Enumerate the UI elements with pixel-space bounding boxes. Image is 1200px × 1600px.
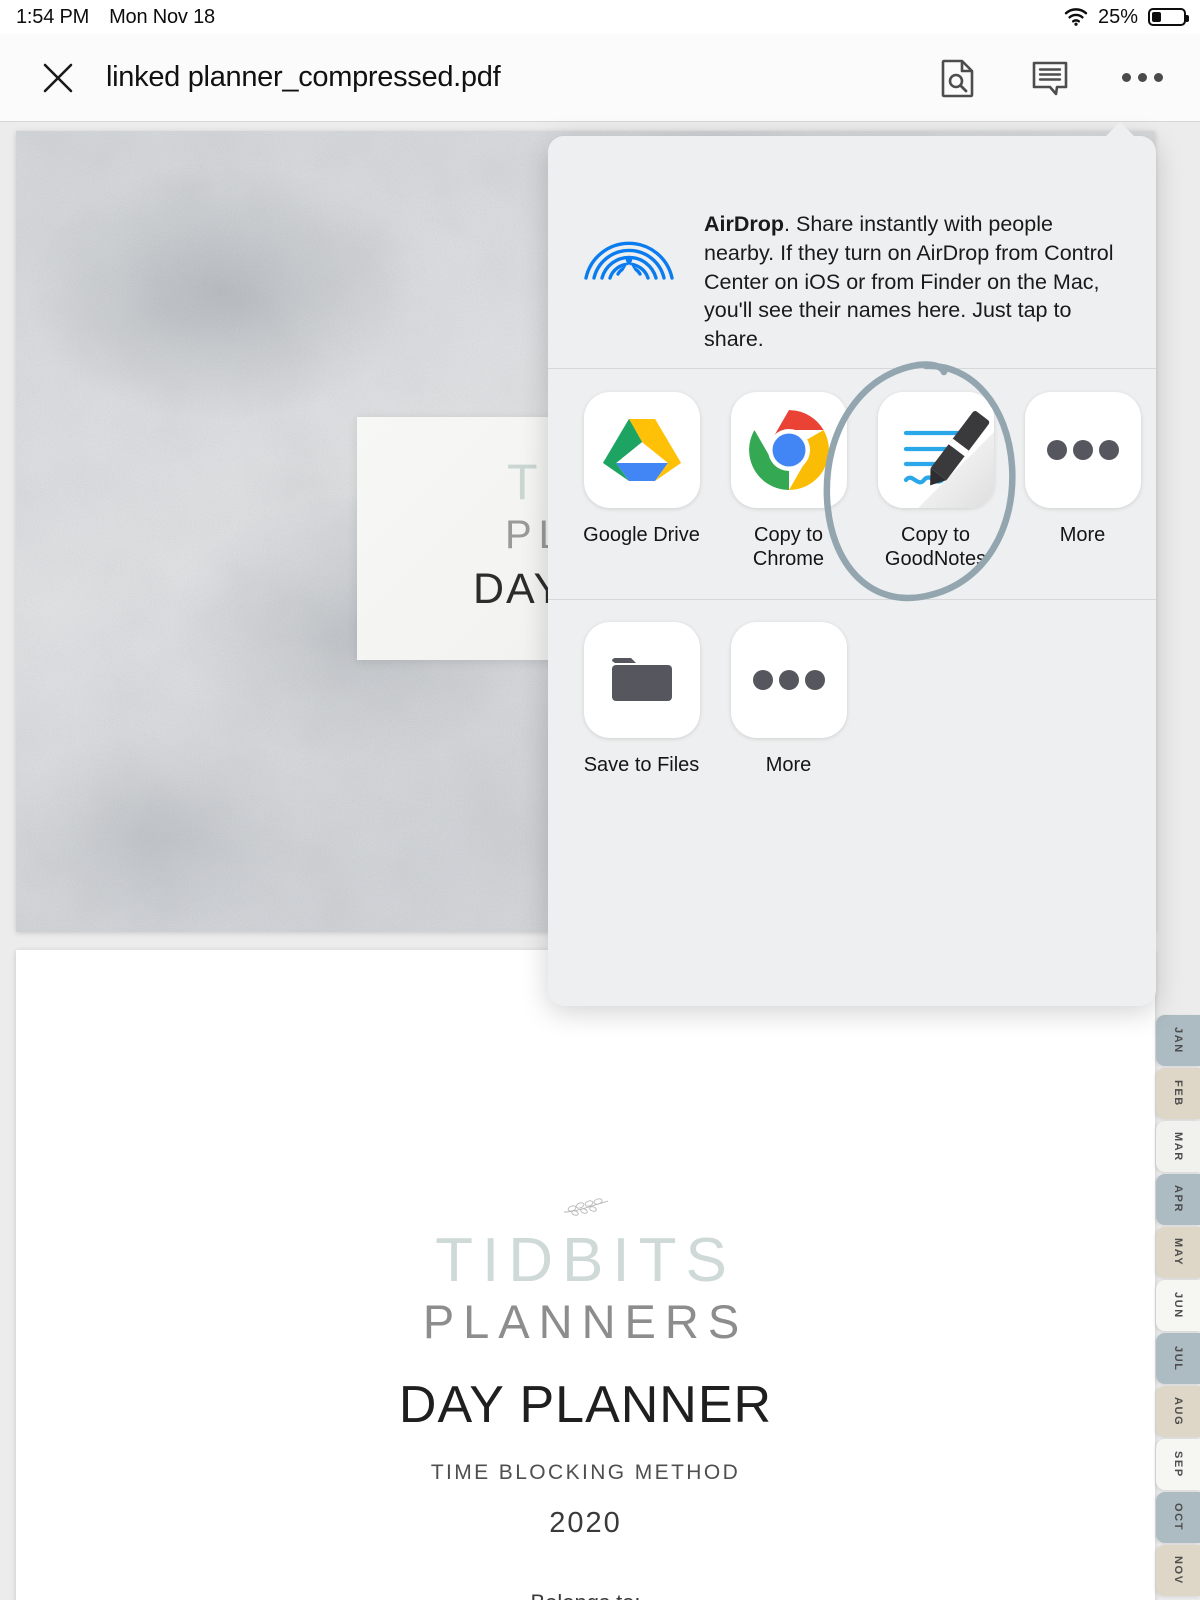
share-target-copy-to-chrome[interactable]: Copy to Chrome <box>715 392 862 571</box>
status-bar-left: 1:54 PM Mon Nov 18 <box>16 6 215 29</box>
share-target-google-drive[interactable]: Google Drive <box>568 392 715 571</box>
pdf-toolbar: linked planner_compressed.pdf <box>0 34 1200 122</box>
airdrop-title: AirDrop <box>704 212 785 236</box>
share-target-label: Google Drive <box>583 524 700 546</box>
month-tab-label: NOV <box>1172 1556 1184 1585</box>
share-action-label: Save to Files <box>583 754 700 776</box>
page-title: linked planner_compressed.pdf <box>106 61 501 93</box>
more-dots-icon <box>1024 392 1141 508</box>
month-tab-label: JAN <box>1172 1027 1184 1054</box>
month-tab-label: SEP <box>1172 1451 1184 1478</box>
month-tab-may[interactable]: MAY <box>1156 1227 1200 1278</box>
belongs-to-label: Belongs to: <box>16 1590 1155 1600</box>
share-target-more-apps[interactable]: More <box>1009 392 1156 571</box>
more-options-icon[interactable] <box>1118 54 1166 102</box>
share-sheet-popover: AirDrop. Share instantly with people nea… <box>548 122 1156 1006</box>
document-subtitle: TIME BLOCKING METHOD <box>430 1461 741 1485</box>
month-tab-jan[interactable]: JAN <box>1156 1015 1200 1066</box>
share-action-row: Save to Files More <box>568 622 1156 778</box>
share-target-label: Copy to GoodNotes <box>884 524 987 570</box>
google-chrome-icon <box>730 392 847 508</box>
airdrop-section[interactable]: AirDrop. Share instantly with people nea… <box>548 136 1156 354</box>
document-year: 2020 <box>549 1507 622 1540</box>
sheet-divider-2 <box>548 599 1156 600</box>
document-title: DAY PLANNER <box>398 1376 773 1435</box>
battery-percent-label: 25% <box>1097 5 1138 28</box>
share-app-row: Google Drive Copy to Chrome Copy to Good… <box>568 392 1156 571</box>
airdrop-description: AirDrop. Share instantly with people nea… <box>704 192 1120 354</box>
status-bar: 1:54 PM Mon Nov 18 25% <box>0 0 1200 34</box>
share-action-save-to-files[interactable]: Save to Files <box>568 622 715 778</box>
sheet-divider-1 <box>548 368 1156 369</box>
close-icon[interactable] <box>36 56 80 100</box>
month-tab-label: APR <box>1172 1185 1184 1214</box>
search-document-icon[interactable] <box>934 54 982 102</box>
month-tab-sep[interactable]: SEP <box>1156 1439 1200 1490</box>
status-date: Mon Nov 18 <box>109 5 215 28</box>
month-tab-aug[interactable]: AUG <box>1156 1386 1200 1437</box>
month-tab-label: FEB <box>1172 1080 1184 1107</box>
google-drive-icon <box>583 392 700 508</box>
title-page-content: TIDBITS PLANNERS DAY PLANNER TIME BLOCKI… <box>16 950 1155 1600</box>
share-target-copy-to-goodnotes[interactable]: Copy to GoodNotes <box>862 392 1009 571</box>
toolbar-actions <box>934 54 1166 102</box>
month-tab-label: JUN <box>1172 1292 1184 1319</box>
month-tab-label: JUL <box>1172 1345 1184 1372</box>
battery-icon <box>1148 8 1189 26</box>
month-tab-jun[interactable]: JUN <box>1156 1280 1200 1331</box>
folder-icon <box>583 622 700 738</box>
month-tab-label: MAY <box>1172 1238 1184 1267</box>
airdrop-icon <box>580 192 678 290</box>
month-tab-label: OCT <box>1172 1503 1184 1532</box>
share-action-label: More <box>765 754 812 776</box>
leaf-sprig-icon <box>563 1198 608 1216</box>
month-tab-apr[interactable]: APR <box>1156 1174 1200 1225</box>
more-dots-icon <box>730 622 847 738</box>
month-tab-oct[interactable]: OCT <box>1156 1492 1200 1543</box>
brand-tidbits: TIDBITS <box>435 1226 736 1295</box>
status-bar-right: 25% <box>1064 5 1189 29</box>
month-tab-label: MAR <box>1172 1131 1184 1162</box>
month-tab-jul[interactable]: JUL <box>1156 1333 1200 1384</box>
month-tab-mar[interactable]: MAR <box>1156 1121 1200 1172</box>
month-tab-strip: JAN FEB MAR APR MAY JUN JUL AUG SEP OCT NOV <box>1156 1015 1200 1598</box>
wifi-icon <box>1064 8 1088 26</box>
markup-comment-icon[interactable] <box>1026 54 1074 102</box>
pdf-page-title: TIDBITS PLANNERS DAY PLANNER TIME BLOCKI… <box>16 950 1155 1600</box>
goodnotes-icon <box>877 392 994 508</box>
month-tab-label: AUG <box>1172 1396 1184 1427</box>
share-target-label: Copy to Chrome <box>752 524 825 570</box>
status-time: 1:54 PM <box>16 5 90 28</box>
month-tab-nov[interactable]: NOV <box>1156 1545 1200 1596</box>
share-target-label: More <box>1059 524 1106 546</box>
share-action-more[interactable]: More <box>715 622 862 778</box>
brand-planners: PLANNERS <box>422 1295 749 1349</box>
month-tab-feb[interactable]: FEB <box>1156 1068 1200 1119</box>
ipad-pdf-viewer-screen: 1:54 PM Mon Nov 18 25% linked planner_co… <box>0 0 1200 1600</box>
